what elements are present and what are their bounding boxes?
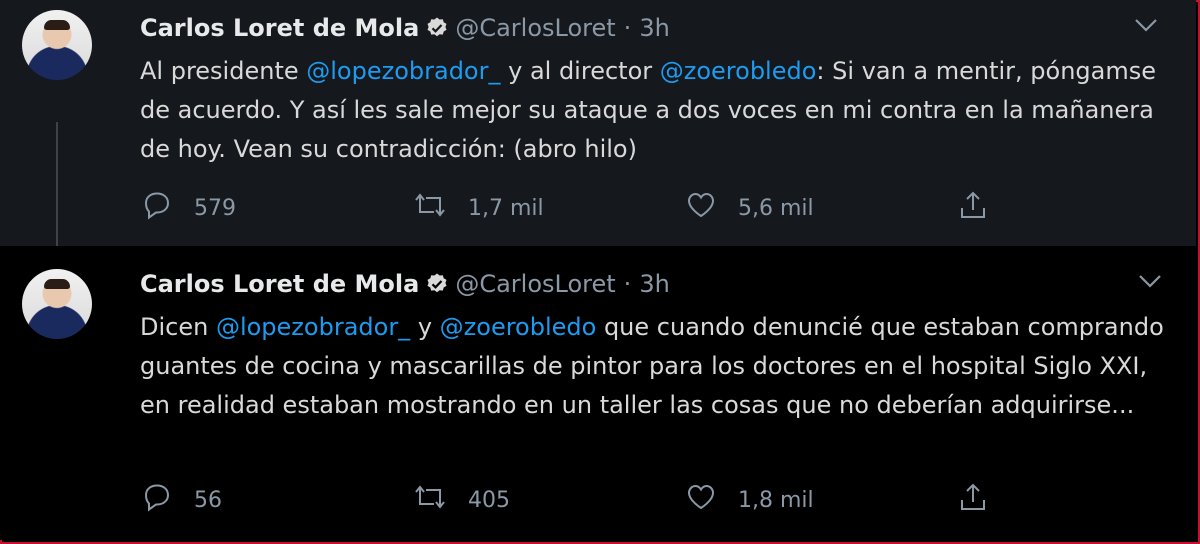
like-icon bbox=[684, 188, 738, 228]
share-button[interactable] bbox=[956, 480, 1010, 520]
mention-link[interactable]: @lopezobrador_ bbox=[216, 313, 410, 341]
thread-connector bbox=[56, 122, 58, 254]
retweet-count: 1,7 mil bbox=[468, 195, 544, 221]
reply-icon bbox=[140, 188, 194, 228]
reply-button[interactable]: 56 bbox=[140, 480, 222, 520]
like-icon bbox=[684, 480, 738, 520]
verified-badge-icon bbox=[425, 16, 449, 40]
separator-dot: · bbox=[623, 270, 632, 298]
retweet-button[interactable]: 405 bbox=[412, 480, 510, 520]
author-name[interactable]: Carlos Loret de Mola bbox=[140, 270, 419, 298]
retweet-icon bbox=[412, 480, 468, 520]
like-count: 5,6 mil bbox=[738, 195, 814, 221]
retweet-count: 405 bbox=[468, 487, 510, 513]
avatar[interactable] bbox=[22, 269, 92, 339]
tweet-header: Carlos Loret de Mola @CarlosLoret · 3h bbox=[140, 270, 670, 298]
tweet-actions: 579 1,7 mil 5,6 mil bbox=[140, 190, 1000, 226]
reply-count: 56 bbox=[194, 487, 222, 513]
retweet-icon bbox=[412, 188, 468, 228]
reply-count: 579 bbox=[194, 195, 236, 221]
share-icon bbox=[956, 480, 1010, 520]
separator-dot: · bbox=[623, 14, 632, 42]
mention-link[interactable]: @zoerobledo bbox=[660, 57, 817, 85]
reply-icon bbox=[140, 480, 194, 520]
like-button[interactable]: 1,8 mil bbox=[684, 480, 814, 520]
share-icon bbox=[956, 188, 1010, 228]
tweet-text: Al presidente @lopezobrador_ y al direct… bbox=[140, 52, 1170, 169]
author-handle[interactable]: @CarlosLoret bbox=[455, 270, 615, 298]
chevron-down-icon[interactable] bbox=[1132, 16, 1160, 34]
retweet-button[interactable]: 1,7 mil bbox=[412, 188, 544, 228]
avatar[interactable] bbox=[22, 10, 92, 80]
timestamp[interactable]: 3h bbox=[639, 14, 669, 42]
tweet-text-segment: Dicen bbox=[140, 313, 216, 341]
tweet-text-segment: y bbox=[410, 313, 440, 341]
mention-link[interactable]: @lopezobrador_ bbox=[306, 57, 500, 85]
verified-badge-icon bbox=[425, 272, 449, 296]
timestamp[interactable]: 3h bbox=[639, 270, 669, 298]
tweet-text: Dicen @lopezobrador_ y @zoerobledo que c… bbox=[140, 308, 1170, 425]
author-name[interactable]: Carlos Loret de Mola bbox=[140, 14, 419, 42]
chevron-down-icon[interactable] bbox=[1136, 272, 1164, 290]
tweet-text-segment: Al presidente bbox=[140, 57, 307, 85]
like-button[interactable]: 5,6 mil bbox=[684, 188, 814, 228]
tweet-header: Carlos Loret de Mola @CarlosLoret · 3h bbox=[140, 14, 670, 42]
author-handle[interactable]: @CarlosLoret bbox=[455, 14, 615, 42]
mention-link[interactable]: @zoerobledo bbox=[440, 313, 597, 341]
tweet-text-segment: y al director bbox=[500, 57, 660, 85]
share-button[interactable] bbox=[956, 188, 1010, 228]
tweet-1[interactable]: Carlos Loret de Mola @CarlosLoret · 3h A… bbox=[0, 0, 1196, 254]
like-count: 1,8 mil bbox=[738, 487, 814, 513]
tweet-actions: 56 405 1,8 mil bbox=[140, 482, 1000, 518]
reply-button[interactable]: 579 bbox=[140, 188, 236, 228]
